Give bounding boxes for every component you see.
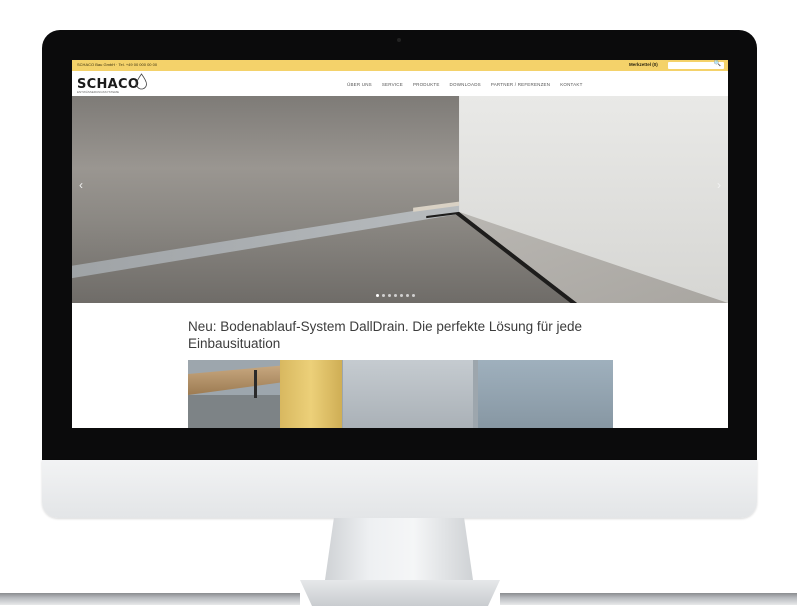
article-image-wood [188,365,288,395]
monitor-stand-neck [325,518,473,580]
nav-item-ueber-uns[interactable]: ÜBER UNS [347,82,372,87]
top-utility-bar: SCHACO Bau GmbH · Tel. +49 00 000 00 00 … [72,60,728,71]
chevron-left-icon[interactable]: ‹ [79,178,83,192]
hero-slider: ‹ › [72,96,728,303]
logo-tagline: ENTWÄSSERUNGSSYSTEME [77,90,120,94]
slider-dot[interactable] [382,294,385,297]
article-image[interactable] [188,360,613,428]
desk-surface-right [500,593,797,605]
main-navbar: SCHACO ENTWÄSSERUNGSSYSTEME ÜBER UNS SER… [72,71,728,96]
browser-screen: SCHACO Bau GmbH · Tel. +49 00 000 00 00 … [72,60,728,428]
search-input[interactable]: 🔍 [668,60,724,69]
nav-menu: ÜBER UNS SERVICE PRODUKTE DOWNLOADS PART… [347,82,583,87]
desk-surface-left [0,593,300,605]
slider-dot[interactable] [400,294,403,297]
article-headline[interactable]: Neu: Bodenablauf-System DallDrain. Die p… [188,318,608,352]
monitor-chin [42,460,757,518]
monitor-stand-base [300,580,500,606]
slider-dot[interactable] [406,294,409,297]
search-icon[interactable]: 🔍 [714,60,721,67]
chevron-right-icon[interactable]: › [717,178,721,192]
nav-item-kontakt[interactable]: KONTAKT [560,82,582,87]
article-image-beam [280,360,342,428]
nav-item-service[interactable]: SERVICE [382,82,403,87]
logo[interactable]: SCHACO ENTWÄSSERUNGSSYSTEME [77,75,139,94]
nav-item-produkte[interactable]: PRODUKTE [413,82,440,87]
drop-icon [136,73,147,90]
slider-dots [376,294,415,297]
slider-dot[interactable] [388,294,391,297]
nav-item-downloads[interactable]: DOWNLOADS [450,82,481,87]
merkzettel-link[interactable]: Merkzettel (0) [629,62,658,67]
contact-info: SCHACO Bau GmbH · Tel. +49 00 000 00 00 [77,62,158,67]
article-image-wall [343,360,473,428]
slider-dot[interactable] [412,294,415,297]
article-image-wall-blue [478,360,613,428]
article-image-floor [188,395,280,428]
camera-dot [397,38,401,42]
article-image-pipe [254,370,257,398]
slider-dot[interactable] [376,294,379,297]
nav-item-partner-referenzen[interactable]: PARTNER / REFERENZEN [491,82,550,87]
slider-dot[interactable] [394,294,397,297]
